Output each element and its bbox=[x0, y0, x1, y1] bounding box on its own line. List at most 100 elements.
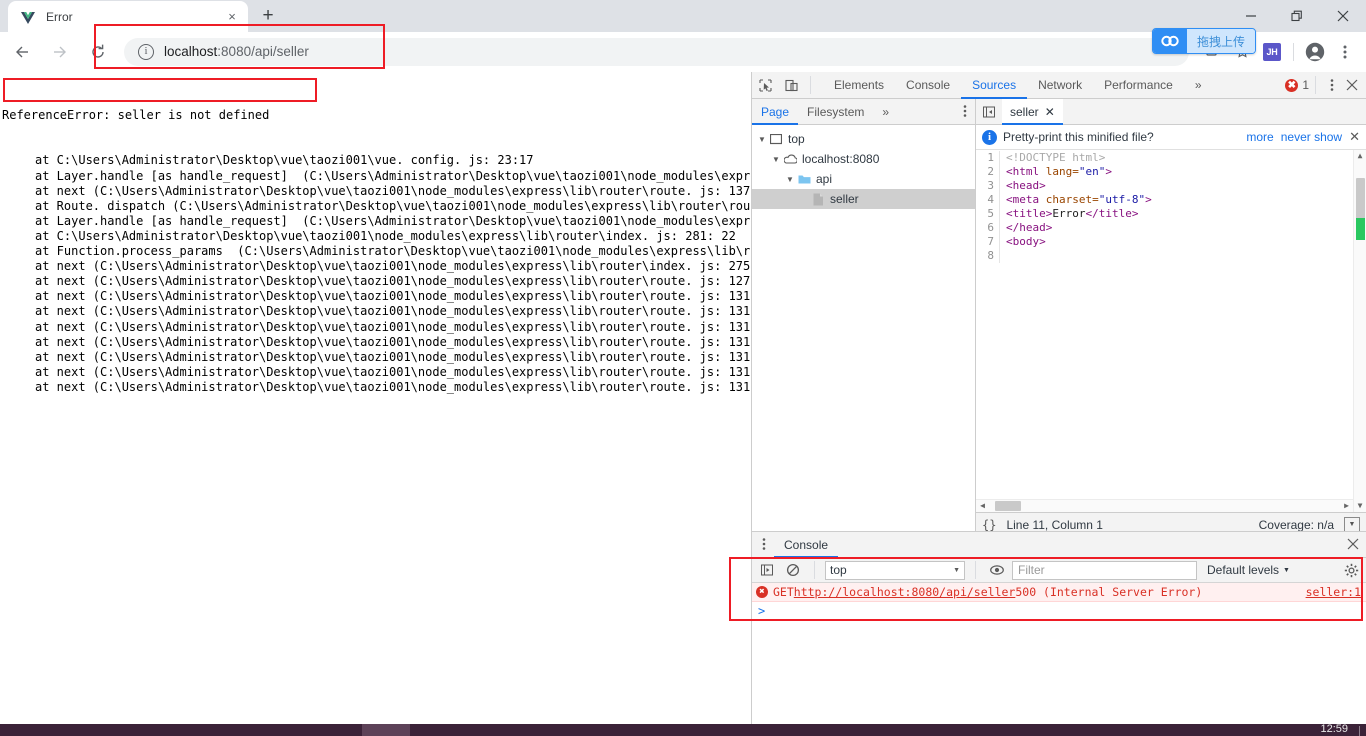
navigator-more-tabs[interactable]: » bbox=[873, 99, 898, 125]
profile-avatar-icon[interactable] bbox=[1300, 37, 1330, 67]
taskbar-active-window[interactable] bbox=[362, 724, 410, 736]
drawer-menu-icon[interactable] bbox=[754, 537, 774, 552]
line-number: 4 bbox=[987, 193, 994, 206]
pretty-print-infobar: i Pretty-print this minified file? more … bbox=[976, 125, 1366, 150]
code-token-val: "en" bbox=[1078, 165, 1106, 178]
restore-icon[interactable] bbox=[1274, 0, 1320, 32]
browser-tab[interactable]: Error × bbox=[8, 1, 248, 32]
live-expression-icon[interactable] bbox=[986, 559, 1008, 581]
editor-horizontal-scrollbar[interactable]: ◀ ▶ bbox=[976, 499, 1353, 512]
inspect-element-icon[interactable] bbox=[752, 72, 778, 98]
stack-line: at Route. dispatch (C:\Users\Administrat… bbox=[35, 198, 751, 213]
error-count-indicator[interactable]: ✖ 1 bbox=[1285, 78, 1309, 92]
editor-scroll-right-arrow[interactable]: ▶ bbox=[1340, 499, 1353, 512]
line-number: 8 bbox=[987, 249, 994, 262]
devtools-settings-menu-icon[interactable] bbox=[1322, 78, 1342, 93]
twisty-expanded-icon[interactable]: ▼ bbox=[756, 135, 768, 144]
extension-jh-icon[interactable]: JH bbox=[1257, 37, 1287, 67]
tab-close-icon[interactable]: × bbox=[224, 9, 240, 25]
editor-vertical-scrollbar[interactable]: ▲ ▼ bbox=[1353, 150, 1366, 512]
console-prompt[interactable]: > bbox=[752, 602, 1366, 620]
code-editor[interactable]: 12345678 <!DOCTYPE html> <html lang="en">… bbox=[976, 150, 1366, 512]
devtools-tab-elements[interactable]: Elements bbox=[823, 72, 895, 99]
taskbar-show-desktop[interactable] bbox=[1359, 726, 1360, 736]
stack-line: at next (C:\Users\Administrator\Desktop\… bbox=[35, 364, 751, 379]
address-bar[interactable]: i localhost:8080/api/seller bbox=[124, 37, 1189, 66]
console-drawer: Console top ▼ Filter Default levels ▼ ✖ … bbox=[752, 531, 1366, 724]
stack-line: at next (C:\Users\Administrator\Desktop\… bbox=[35, 183, 751, 198]
editor-scroll-up-arrow[interactable]: ▲ bbox=[1354, 150, 1366, 162]
drawer-tab-console[interactable]: Console bbox=[774, 532, 838, 558]
stack-line: at next (C:\Users\Administrator\Desktop\… bbox=[35, 334, 751, 349]
pretty-print-button[interactable]: {} bbox=[982, 518, 996, 532]
reload-button[interactable] bbox=[82, 36, 114, 68]
code-token-tag: </head> bbox=[1006, 221, 1053, 234]
navigator-tab-page[interactable]: Page bbox=[752, 99, 798, 125]
console-sidebar-icon[interactable] bbox=[756, 559, 778, 581]
console-log-levels-selector[interactable]: Default levels ▼ bbox=[1207, 563, 1290, 577]
navigator-menu-icon[interactable] bbox=[955, 104, 975, 119]
editor-scroll-left-arrow[interactable]: ◀ bbox=[976, 499, 989, 512]
editor-hscroll-thumb[interactable] bbox=[995, 501, 1021, 511]
console-filter-input[interactable]: Filter bbox=[1012, 560, 1197, 580]
tree-node-label: localhost:8080 bbox=[802, 152, 880, 166]
infobar-never-show-link[interactable]: never show bbox=[1281, 130, 1342, 144]
site-info-icon[interactable]: i bbox=[138, 43, 154, 60]
stack-line: at C:\Users\Administrator\Desktop\vue\ta… bbox=[35, 228, 736, 243]
error-header: ReferenceError: seller is not defined bbox=[2, 108, 270, 123]
back-button[interactable] bbox=[6, 36, 38, 68]
editor-tab-label: seller bbox=[1010, 104, 1039, 119]
editor-scroll-down-arrow[interactable]: ▼ bbox=[1354, 500, 1366, 512]
devtools-tab-sources[interactable]: Sources bbox=[961, 72, 1027, 99]
editor-tab-seller[interactable]: seller ✕ bbox=[1002, 98, 1063, 125]
info-icon: i bbox=[982, 129, 997, 145]
drawer-tab-bar: Console bbox=[752, 532, 1366, 558]
editor-tab-bar: seller ✕ bbox=[976, 98, 1366, 125]
chevron-down-icon: ▼ bbox=[953, 566, 960, 574]
twisty-expanded-icon[interactable]: ▼ bbox=[770, 155, 782, 164]
chrome-menu-icon[interactable] bbox=[1330, 37, 1360, 67]
console-context-selector[interactable]: top ▼ bbox=[825, 560, 965, 580]
console-settings-gear-icon[interactable] bbox=[1339, 563, 1363, 578]
navigator-tab-filesystem[interactable]: Filesystem bbox=[798, 99, 873, 125]
devtools-tab-performance[interactable]: Performance bbox=[1093, 72, 1184, 99]
console-message-row[interactable]: ✖ GET http://localhost:8080/api/seller 50… bbox=[752, 583, 1366, 602]
close-icon[interactable] bbox=[1320, 0, 1366, 32]
os-taskbar: 12:59 bbox=[0, 724, 1366, 736]
devtools-close-icon[interactable] bbox=[1342, 79, 1362, 92]
tree-node-seller[interactable]: seller bbox=[752, 189, 975, 209]
tree-node-localhost-8080[interactable]: ▼ localhost:8080 bbox=[752, 149, 975, 169]
new-tab-button[interactable]: + bbox=[254, 2, 282, 30]
code-token-tag: <body> bbox=[1006, 235, 1046, 248]
console-message-source-link[interactable]: seller:1 bbox=[1306, 585, 1361, 599]
devtools-tab-console[interactable]: Console bbox=[895, 72, 961, 99]
code-line: <title>Error</title> bbox=[1006, 207, 1152, 221]
forward-button[interactable] bbox=[44, 36, 76, 68]
twisty-expanded-icon[interactable]: ▼ bbox=[784, 175, 796, 184]
line-number: 2 bbox=[987, 165, 994, 178]
show-navigator-icon[interactable] bbox=[976, 99, 1002, 125]
infobar-more-link[interactable]: more bbox=[1246, 130, 1273, 144]
stack-line: at next (C:\Users\Administrator\Desktop\… bbox=[35, 259, 751, 274]
console-message-url[interactable]: http://localhost:8080/api/seller bbox=[794, 585, 1016, 599]
vue-logo-icon bbox=[20, 9, 36, 25]
file-tree: ▼ top ▼ localhost:8080 ▼ api seller bbox=[752, 125, 975, 536]
infobar-close-icon[interactable]: ✕ bbox=[1349, 129, 1360, 145]
baidu-upload-badge[interactable]: 拖拽上传 bbox=[1152, 28, 1257, 54]
code-token-tag: <meta bbox=[1006, 193, 1046, 206]
stack-line: at next (C:\Users\Administrator\Desktop\… bbox=[35, 289, 751, 304]
stack-line: at next (C:\Users\Administrator\Desktop\… bbox=[35, 274, 751, 289]
stack-line: at Layer.handle [as handle_request] (C:\… bbox=[35, 168, 751, 183]
drawer-close-icon[interactable] bbox=[1343, 538, 1363, 551]
cursor-position: Line 11, Column 1 bbox=[1006, 517, 1103, 532]
tree-node-api[interactable]: ▼ api bbox=[752, 169, 975, 189]
coverage-status: Coverage: n/a bbox=[1258, 517, 1334, 532]
devtools-tab-network[interactable]: Network bbox=[1027, 72, 1093, 99]
editor-tab-close-icon[interactable]: ✕ bbox=[1045, 105, 1055, 119]
code-line: <meta charset="utf-8"> bbox=[1006, 193, 1152, 207]
devtools-panel: Elements Console Sources Network Performance… bbox=[751, 72, 1366, 736]
tree-node-top[interactable]: ▼ top bbox=[752, 129, 975, 149]
device-toolbar-icon[interactable] bbox=[778, 72, 804, 98]
clear-console-icon[interactable] bbox=[782, 559, 804, 581]
devtools-more-tabs[interactable]: » bbox=[1184, 72, 1213, 99]
